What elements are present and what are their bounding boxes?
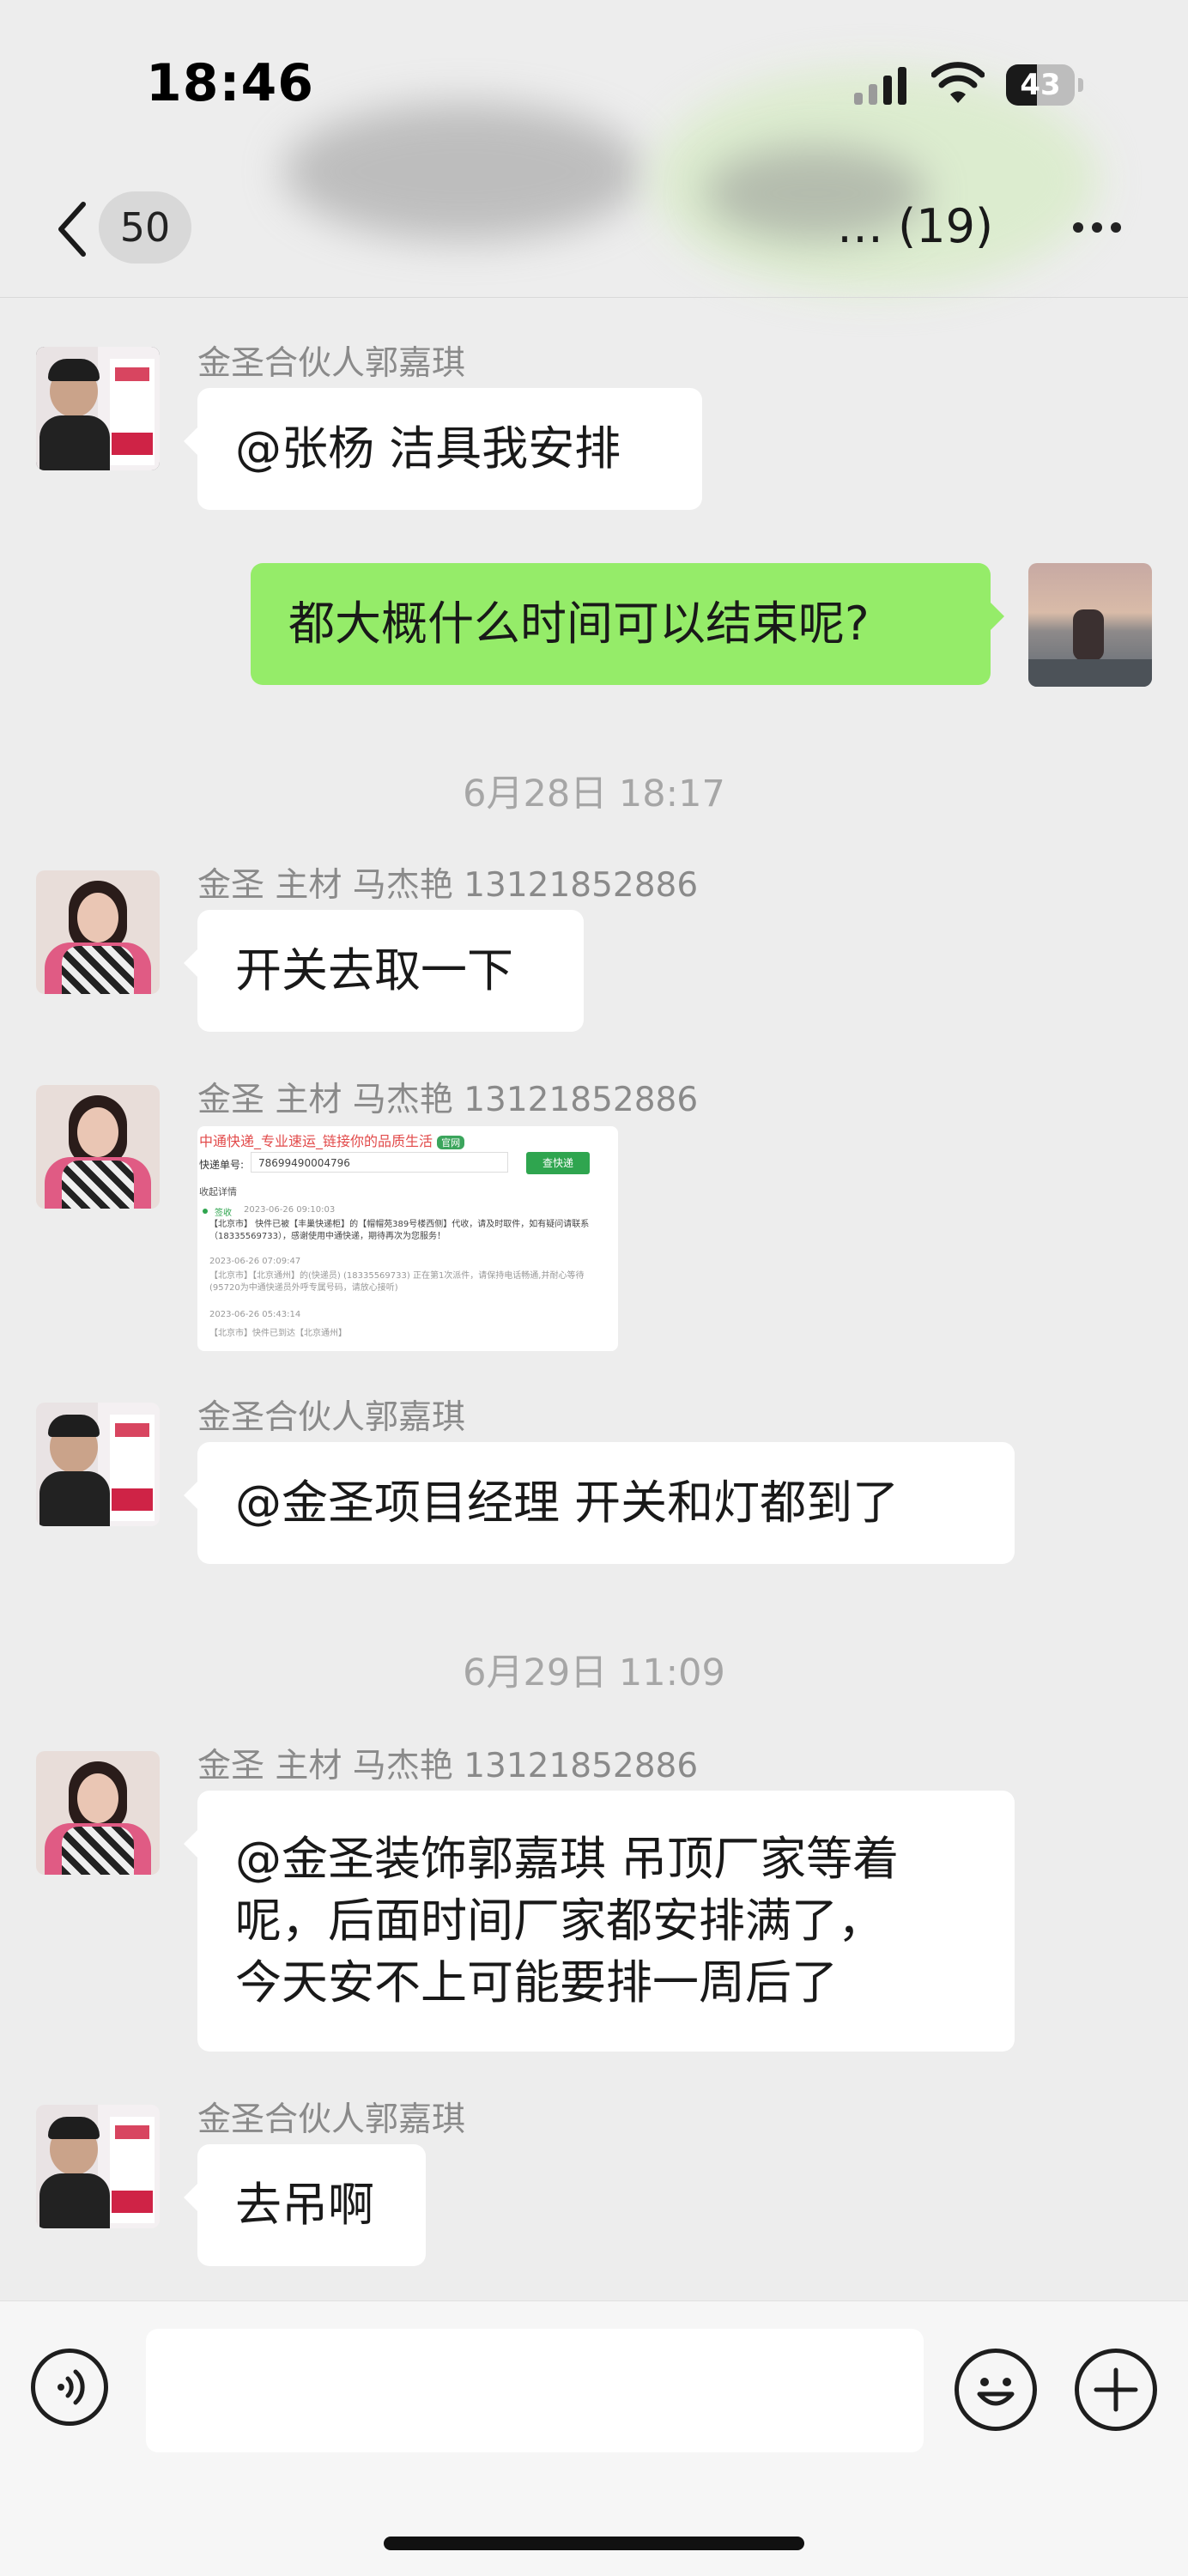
sender-name: 金圣合伙人郭嘉琪: [197, 2100, 466, 2139]
tracking-number: 78699490004796: [251, 1152, 508, 1173]
avatar-self[interactable]: [1028, 563, 1152, 687]
message-bubble[interactable]: @张杨 洁具我安排: [184, 388, 702, 510]
timestamp: 6月29日 11:09: [463, 1652, 725, 1694]
battery-icon: 43: [1006, 64, 1083, 106]
unread-count-badge[interactable]: 50: [99, 191, 191, 264]
event-text: 【北京市】快件已到达【北京通州】: [209, 1329, 347, 1338]
battery-level: 43: [1020, 68, 1061, 102]
tracking-label: 快递单号:: [199, 1159, 245, 1171]
sender-name: 金圣 主材 马杰艳 13121852886: [197, 866, 699, 905]
event-time: 2023-06-26 09:10:03: [244, 1205, 336, 1215]
message-bubble[interactable]: 去吊啊: [184, 2144, 426, 2266]
clock: 18:46: [146, 53, 314, 113]
event-time: 2023-06-26 05:43:14: [209, 1310, 301, 1319]
message-bubble[interactable]: @金圣项目经理 开关和灯都到了: [184, 1442, 1015, 1564]
message-bubble[interactable]: 开关去取一下: [184, 910, 584, 1032]
message-line: @金圣装饰郭嘉琪 吊顶厂家等着: [235, 1832, 900, 1886]
status-bar: 18:46 43: [0, 0, 1188, 292]
image-badge: 官网: [437, 1136, 465, 1149]
avatar-ma-jieyan[interactable]: [36, 1751, 160, 1875]
chat-title: … (19): [837, 199, 994, 253]
event-text: 【北京市】【北京通州】的(快递员) (18335569733) 正在第1次派件，…: [209, 1271, 585, 1293]
wifi-icon: [931, 62, 985, 103]
more-options-icon[interactable]: [1073, 220, 1130, 236]
input-bar: [0, 2300, 1188, 2576]
voice-input-icon[interactable]: [31, 2349, 108, 2426]
image-header: 中通快递_专业速运_链接你的品质生活: [199, 1133, 433, 1149]
sender-name: 金圣合伙人郭嘉琪: [197, 344, 466, 383]
event-text: 【北京市】 快件已被【丰巢快递柜】的【帽帽苑389号楼西侧】代收，请及时取件，如…: [209, 1220, 590, 1241]
avatar-ma-jieyan[interactable]: [36, 870, 160, 994]
query-button: 查快递: [526, 1152, 590, 1174]
message-line: 呢，后面时间厂家都安排满了，: [235, 1894, 884, 1948]
avatar-guo-jiaqi[interactable]: [36, 1403, 160, 1526]
sender-name: 金圣 主材 马杰艳 13121852886: [197, 1081, 699, 1119]
message-bubble[interactable]: @金圣装饰郭嘉琪 吊顶厂家等着 呢，后面时间厂家都安排满了， 今天安不上可能要排…: [184, 1791, 1015, 2052]
message-line: 今天安不上可能要排一周后了: [235, 1955, 838, 2009]
avatar-guo-jiaqi[interactable]: [36, 2105, 160, 2228]
redacted-area: [283, 103, 644, 240]
avatar-ma-jieyan[interactable]: [36, 1085, 160, 1209]
back-chevron-icon[interactable]: [50, 199, 93, 259]
cellular-signal-icon: [854, 67, 906, 105]
avatar-guo-jiaqi[interactable]: [36, 347, 160, 470]
message-input[interactable]: [146, 2329, 924, 2452]
emoji-icon[interactable]: [955, 2349, 1037, 2431]
add-attachment-icon[interactable]: [1075, 2349, 1157, 2431]
sender-name: 金圣 主材 马杰艳 13121852886: [197, 1747, 699, 1785]
image-message[interactable]: 中通快递_专业速运_链接你的品质生活 官网 快递单号: 786994900047…: [197, 1126, 618, 1351]
home-indicator[interactable]: [384, 2537, 804, 2550]
sender-name: 金圣合伙人郭嘉琪: [197, 1398, 466, 1437]
divider: [0, 297, 1188, 298]
expand-label: 收起详情: [199, 1186, 237, 1197]
event-time: 2023-06-26 07:09:47: [209, 1257, 301, 1266]
message-bubble-self[interactable]: 都大概什么时间可以结束呢?: [251, 563, 1004, 685]
event-status: 签收: [215, 1209, 232, 1218]
timestamp: 6月28日 18:17: [463, 773, 725, 815]
